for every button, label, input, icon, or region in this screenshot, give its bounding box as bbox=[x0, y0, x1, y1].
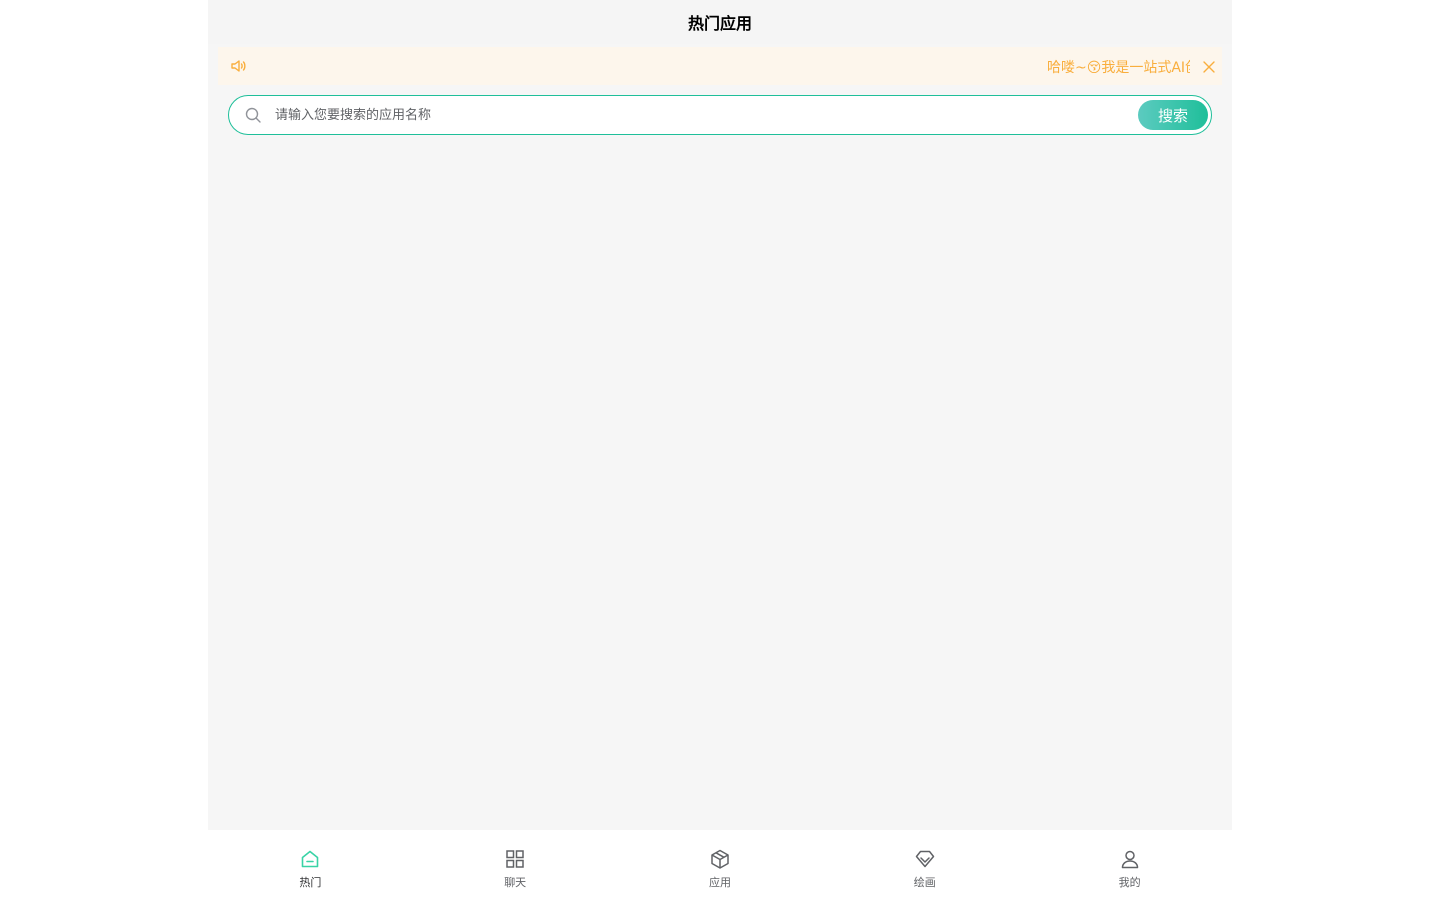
tab-label: 我的 bbox=[1118, 876, 1141, 889]
app-list-area bbox=[208, 145, 1232, 830]
tab-label: 应用 bbox=[708, 876, 731, 889]
notice-text: 哈喽~😚我是一站式AI创作平台 bbox=[1047, 60, 1190, 76]
search-bar: 搜索 bbox=[228, 95, 1212, 135]
app-container: 热门应用 哈喽~😚我是一站式AI创作平台 搜索 bbox=[208, 0, 1232, 900]
tab-label: 聊天 bbox=[504, 876, 527, 889]
search-input[interactable] bbox=[275, 102, 1135, 128]
user-icon bbox=[1121, 850, 1138, 869]
search-button[interactable]: 搜索 bbox=[1138, 100, 1208, 130]
tab-hot[interactable]: 热门 bbox=[208, 830, 413, 900]
cube-icon bbox=[711, 849, 729, 869]
notice-marquee: 哈喽~😚我是一站式AI创作平台 bbox=[254, 47, 1190, 85]
notice-bar: 哈喽~😚我是一站式AI创作平台 bbox=[218, 47, 1222, 85]
page-title: 热门应用 bbox=[687, 14, 752, 33]
tab-chat[interactable]: 聊天 bbox=[413, 830, 618, 900]
tab-label: 热门 bbox=[299, 876, 322, 889]
close-icon[interactable] bbox=[1202, 59, 1216, 73]
tab-drawing[interactable]: 绘画 bbox=[822, 830, 1027, 900]
grid-icon bbox=[506, 850, 524, 868]
volume-icon bbox=[230, 57, 248, 75]
tab-apps[interactable]: 应用 bbox=[618, 830, 823, 900]
tab-profile[interactable]: 我的 bbox=[1027, 830, 1232, 900]
diamond-icon bbox=[915, 850, 935, 868]
tab-bar: 热门 聊天 应用 绘画 我的 bbox=[208, 830, 1232, 900]
tab-label: 绘画 bbox=[913, 876, 936, 889]
search-icon bbox=[244, 106, 262, 124]
home-icon bbox=[302, 850, 319, 868]
navbar: 热门应用 bbox=[208, 0, 1232, 44]
